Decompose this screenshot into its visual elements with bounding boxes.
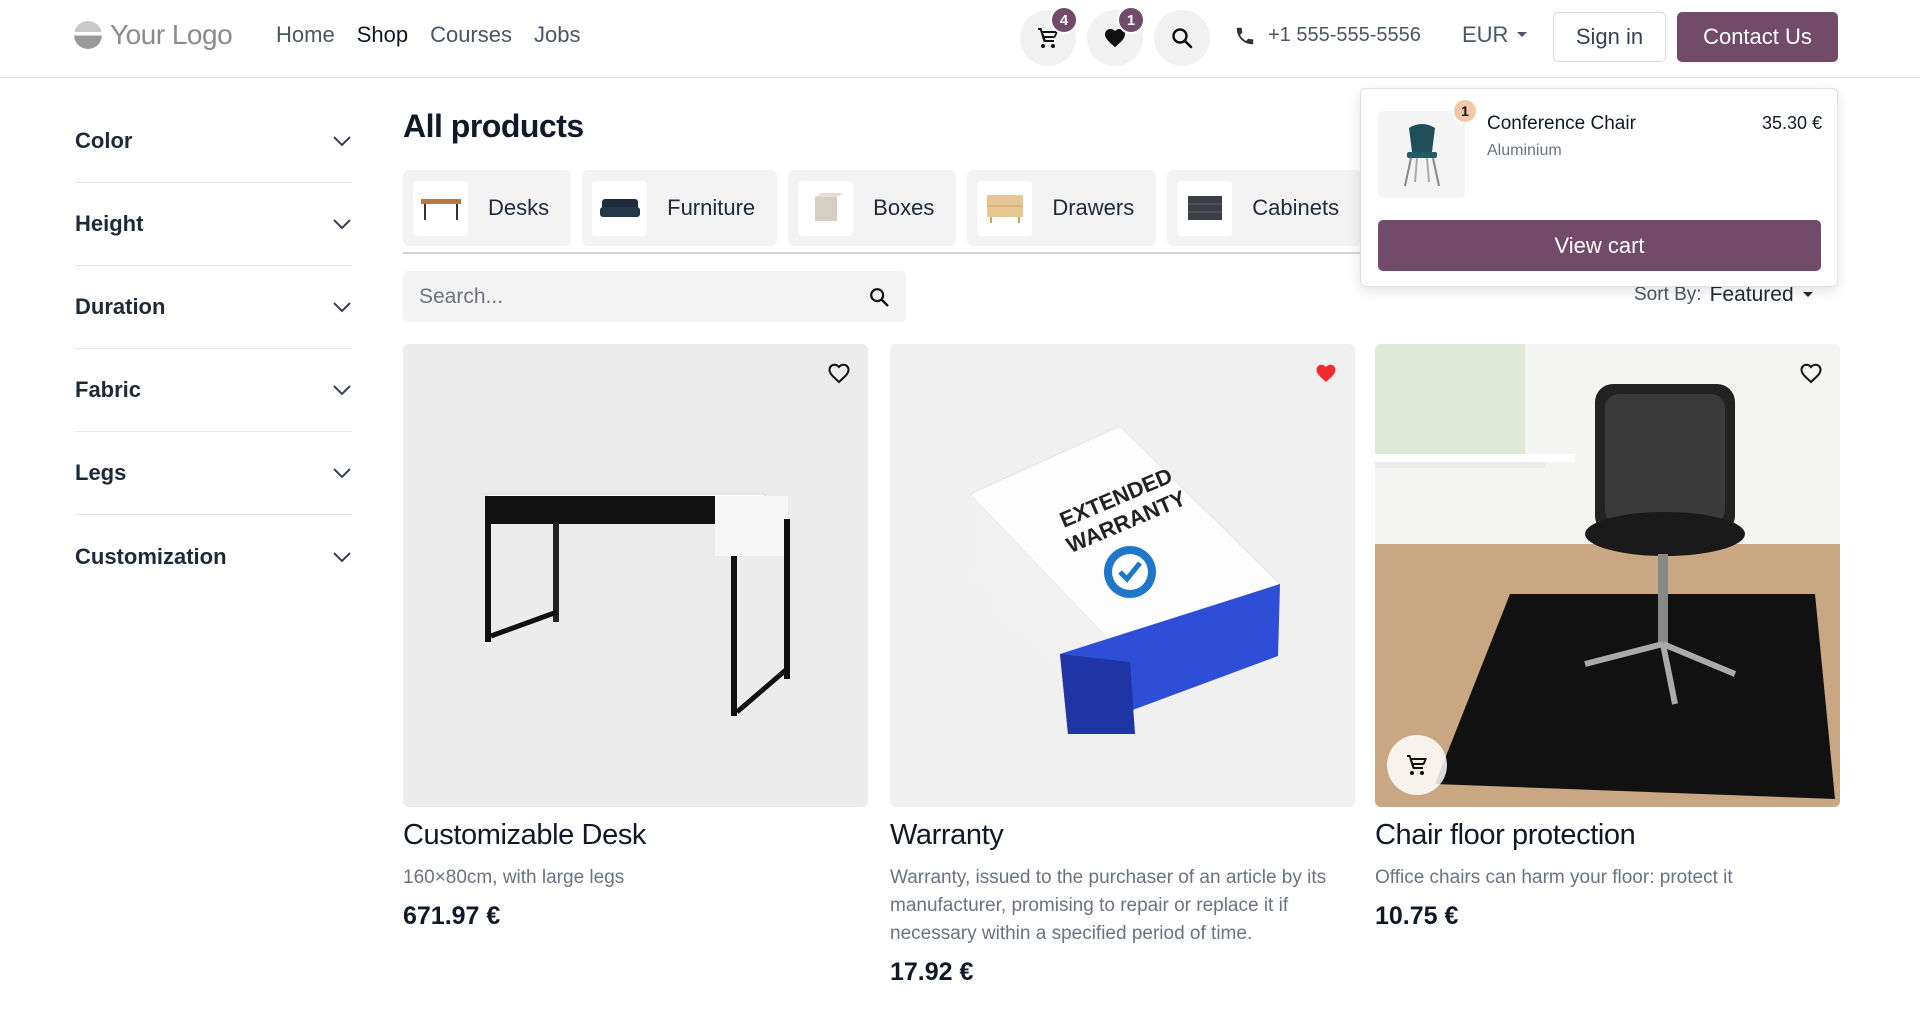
- search-input[interactable]: Search...: [419, 285, 503, 309]
- search-button[interactable]: [1154, 10, 1210, 66]
- category-desks[interactable]: Desks: [403, 170, 572, 246]
- phone-icon: [1236, 27, 1254, 44]
- desk-illustration: [483, 493, 790, 716]
- product-price: 10.75 €: [1375, 902, 1459, 930]
- product-card[interactable]: Customizable Desk 160×80cm, with large l…: [403, 344, 868, 931]
- category-bar: Desks Furniture Boxes Drawers Cabinets: [403, 170, 1363, 254]
- product-image-warranty[interactable]: EXTENDED WARRANTY: [890, 344, 1355, 807]
- sign-in-button[interactable]: Sign in: [1553, 12, 1666, 62]
- cart-item-variant: Aluminium: [1487, 142, 1562, 159]
- heart-outline-icon: [1800, 363, 1822, 384]
- cart-item-thumbnail[interactable]: [1378, 111, 1465, 198]
- chevron-down-icon: [333, 219, 351, 230]
- filter-duration[interactable]: Duration: [75, 266, 352, 349]
- desk-thumbnail: [413, 180, 468, 236]
- cart-item-qty-badge: 1: [1452, 98, 1478, 124]
- sofa-thumbnail: [592, 180, 648, 236]
- chevron-down-icon: [333, 302, 351, 313]
- heart-filled-icon: [1316, 364, 1336, 382]
- filter-label: Fabric: [75, 377, 142, 402]
- product-description: Warranty, issued to the purchaser of an …: [890, 867, 1327, 944]
- filter-height[interactable]: Height: [75, 183, 352, 266]
- logo-mark-icon: [74, 21, 102, 49]
- chair-thumbnail: [1403, 123, 1440, 186]
- contact-us-button[interactable]: Contact Us: [1677, 12, 1838, 62]
- caret-down-icon: [1517, 32, 1528, 37]
- product-card[interactable]: EXTENDED WARRANTY Warranty Warranty, iss…: [890, 344, 1355, 987]
- cart-icon: [1407, 755, 1427, 775]
- cart-count-badge: 4: [1050, 6, 1078, 34]
- product-description: 160×80cm, with large legs: [403, 867, 625, 888]
- nav-shop[interactable]: Shop: [357, 22, 408, 48]
- category-label: Desks: [488, 195, 550, 220]
- product-card[interactable]: Chair floor protection Office chairs can…: [1375, 344, 1840, 931]
- filter-label: Color: [75, 128, 133, 153]
- search-icon[interactable]: [868, 286, 890, 308]
- product-name[interactable]: Warranty: [890, 819, 1355, 852]
- category-furniture[interactable]: Furniture: [582, 170, 778, 246]
- category-boxes[interactable]: Boxes: [788, 170, 957, 246]
- cart-item-price: 35.30 €: [1761, 113, 1822, 133]
- wishlist-toggle[interactable]: [1796, 358, 1826, 388]
- cabinet-thumbnail: [1177, 180, 1233, 236]
- wishlist-toggle[interactable]: [1311, 358, 1341, 388]
- filter-label: Customization: [75, 543, 227, 569]
- product-image-chair-mat[interactable]: [1375, 344, 1840, 807]
- view-cart-button[interactable]: View cart: [1378, 220, 1821, 271]
- phone-number: +1 555-555-5556: [1268, 24, 1421, 46]
- heart-outline-icon: [828, 363, 850, 384]
- currency-value: EUR: [1462, 22, 1509, 47]
- filter-label: Height: [75, 211, 144, 236]
- category-label: Drawers: [1052, 195, 1135, 220]
- logo-text: Your Logo: [110, 19, 233, 50]
- product-description: Office chairs can harm your floor: prote…: [1375, 867, 1733, 888]
- filter-fabric[interactable]: Fabric: [75, 349, 352, 432]
- product-price: 671.97 €: [403, 902, 501, 930]
- add-to-cart-button[interactable]: [1387, 735, 1447, 795]
- product-name[interactable]: Customizable Desk: [403, 819, 868, 852]
- wishlist-button[interactable]: 1: [1087, 6, 1145, 66]
- chevron-down-icon: [333, 136, 351, 147]
- search-icon: [1172, 28, 1193, 49]
- product-name[interactable]: Chair floor protection: [1375, 819, 1840, 852]
- nav-courses[interactable]: Courses: [430, 22, 512, 48]
- warranty-box-illustration: EXTENDED WARRANTY: [969, 425, 1281, 734]
- site-header: Your Logo Home Shop Courses Jobs 4 1 +1 …: [0, 0, 1920, 78]
- filters-sidebar: Color Height Duration Fabric Legs Custom…: [75, 100, 352, 598]
- filter-label: Duration: [75, 294, 166, 319]
- cart-button[interactable]: 4: [1020, 6, 1078, 66]
- site-logo[interactable]: Your Logo: [74, 19, 233, 51]
- filter-label: Legs: [75, 460, 127, 485]
- nav-jobs[interactable]: Jobs: [534, 22, 580, 48]
- category-label: Furniture: [667, 195, 756, 220]
- wishlist-toggle[interactable]: [824, 358, 854, 388]
- main-nav: Home Shop Courses Jobs: [276, 22, 580, 48]
- category-cabinets[interactable]: Cabinets: [1167, 170, 1362, 246]
- cart-item-name[interactable]: Conference Chair: [1487, 113, 1636, 135]
- nav-home[interactable]: Home: [276, 22, 335, 48]
- category-label: Cabinets: [1252, 195, 1340, 220]
- chair-floor-illustration: [1375, 344, 1840, 807]
- phone-link[interactable]: +1 555-555-5556: [1234, 24, 1421, 47]
- chevron-down-icon: [333, 468, 351, 479]
- category-label: Boxes: [873, 195, 935, 220]
- sort-label: Sort By:: [1634, 284, 1702, 305]
- product-search[interactable]: Search...: [403, 271, 906, 322]
- page-title: All products: [403, 108, 584, 144]
- category-drawers[interactable]: Drawers: [967, 170, 1157, 246]
- currency-selector[interactable]: EUR: [1462, 22, 1528, 48]
- chevron-down-icon: [333, 385, 351, 396]
- box-thumbnail: [798, 180, 854, 236]
- drawer-thumbnail: [977, 180, 1033, 236]
- chevron-down-icon: [333, 551, 351, 562]
- caret-down-icon: [1802, 292, 1813, 297]
- wishlist-count-badge: 1: [1117, 6, 1145, 34]
- product-price: 17.92 €: [890, 958, 974, 986]
- filter-color[interactable]: Color: [75, 100, 352, 183]
- filter-legs[interactable]: Legs: [75, 432, 352, 515]
- filter-customization[interactable]: Customization: [75, 515, 352, 598]
- cart-popover: 1 Conference Chair Aluminium 35.30 € Vie…: [1360, 88, 1838, 287]
- product-image-desk[interactable]: [403, 344, 868, 807]
